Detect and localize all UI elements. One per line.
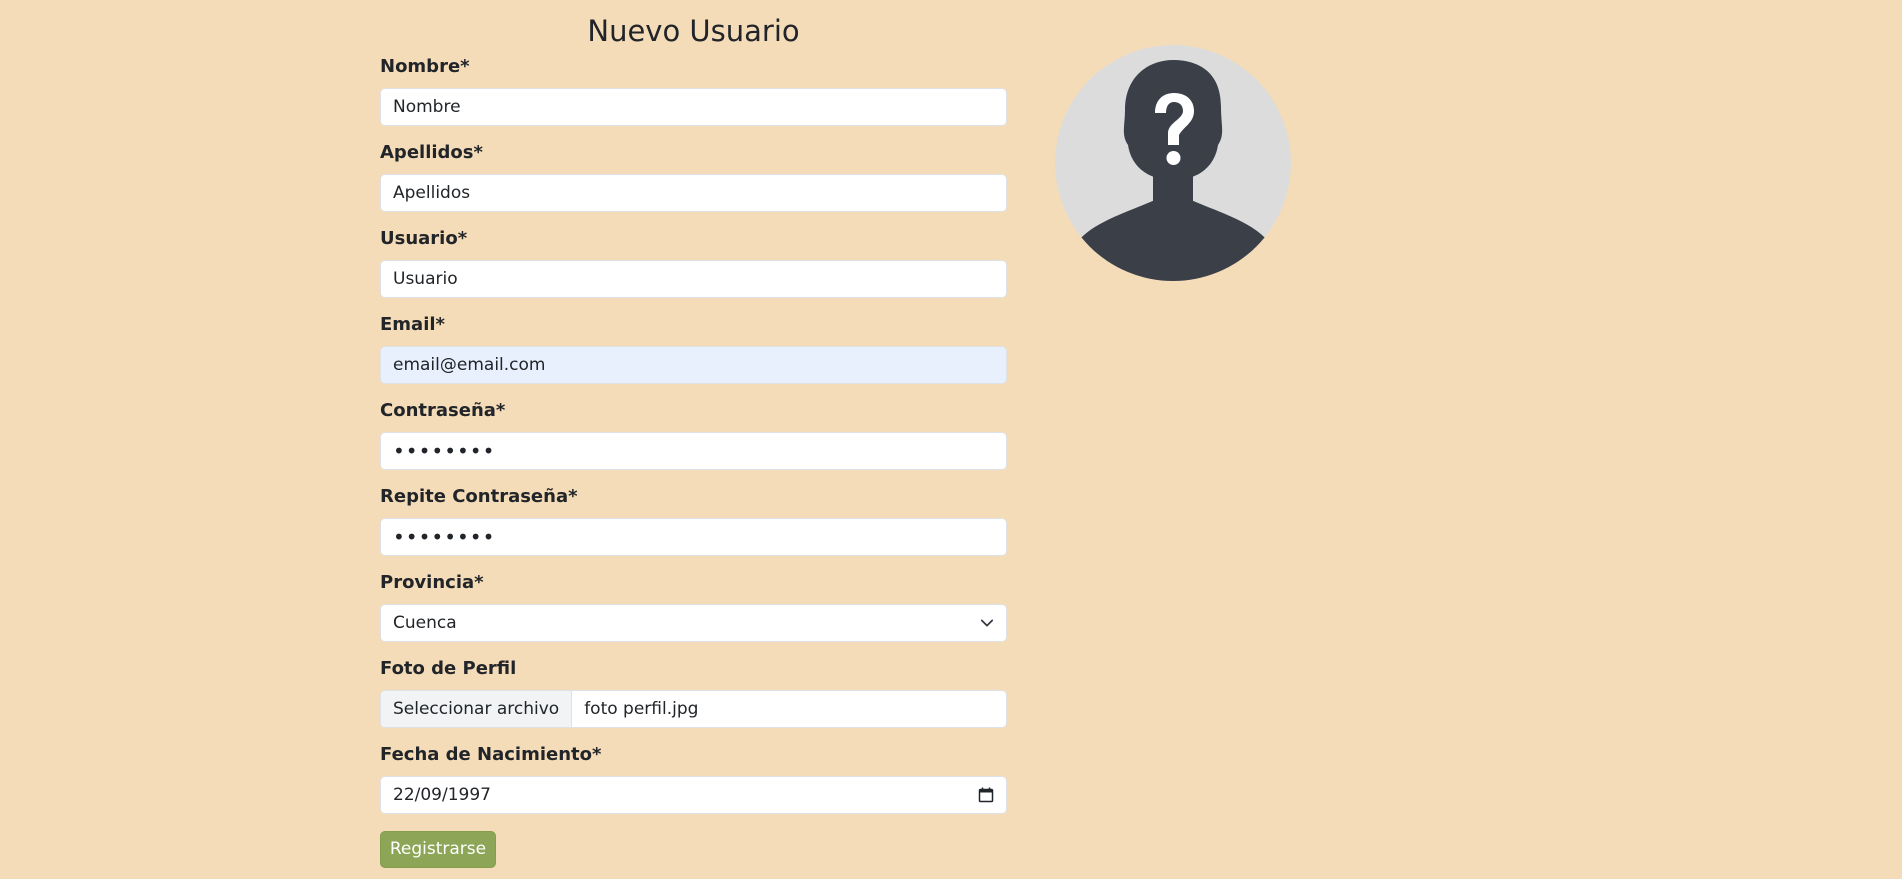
chevron-down-icon [980,619,994,627]
provincia-label: Provincia* [380,572,484,593]
password-label: Contraseña* [380,400,506,421]
email-group: Email* email@email.com [380,313,1007,399]
fecha-value: 22/09/1997 [393,785,491,805]
selected-file-name: foto perfil.jpg [584,699,699,719]
usuario-input[interactable]: Usuario [380,260,1007,298]
repeat-password-label: Repite Contraseña* [380,486,578,507]
nombre-input[interactable]: Nombre [380,88,1007,126]
new-user-form: Nombre* Nombre Apellidos* Apellidos Usua… [380,55,1007,829]
nombre-label: Nombre* [380,56,470,77]
provincia-select[interactable]: Cuenca [380,604,1007,642]
password-input[interactable]: •••••••• [380,432,1007,470]
select-file-button[interactable]: Seleccionar archivo [381,691,573,727]
provincia-group: Provincia* Cuenca [380,571,1007,657]
provincia-selected-value: Cuenca [393,613,457,633]
fecha-label: Fecha de Nacimiento* [380,744,602,765]
foto-file-input[interactable]: Seleccionar archivo foto perfil.jpg [380,690,1007,728]
email-input[interactable]: email@email.com [380,346,1007,384]
usuario-group: Usuario* Usuario [380,227,1007,313]
email-label: Email* [380,314,445,335]
fecha-group: Fecha de Nacimiento* 22/09/1997 [380,743,1007,829]
apellidos-group: Apellidos* Apellidos [380,141,1007,227]
page-title: Nuevo Usuario [587,14,800,48]
unknown-user-icon [1055,45,1291,281]
repeat-password-group: Repite Contraseña* •••••••• [380,485,1007,571]
password-group: Contraseña* •••••••• [380,399,1007,485]
nombre-group: Nombre* Nombre [380,55,1007,141]
usuario-label: Usuario* [380,228,468,249]
calendar-icon[interactable] [978,787,994,803]
fecha-input[interactable]: 22/09/1997 [380,776,1007,814]
apellidos-input[interactable]: Apellidos [380,174,1007,212]
foto-group: Foto de Perfil Seleccionar archivo foto … [380,657,1007,743]
register-button[interactable]: Registrarse [380,831,496,868]
apellidos-label: Apellidos* [380,142,483,163]
page: Nuevo Usuario Nombre* Nombre Apellidos* … [0,0,1902,879]
repeat-password-input[interactable]: •••••••• [380,518,1007,556]
foto-label: Foto de Perfil [380,658,517,679]
